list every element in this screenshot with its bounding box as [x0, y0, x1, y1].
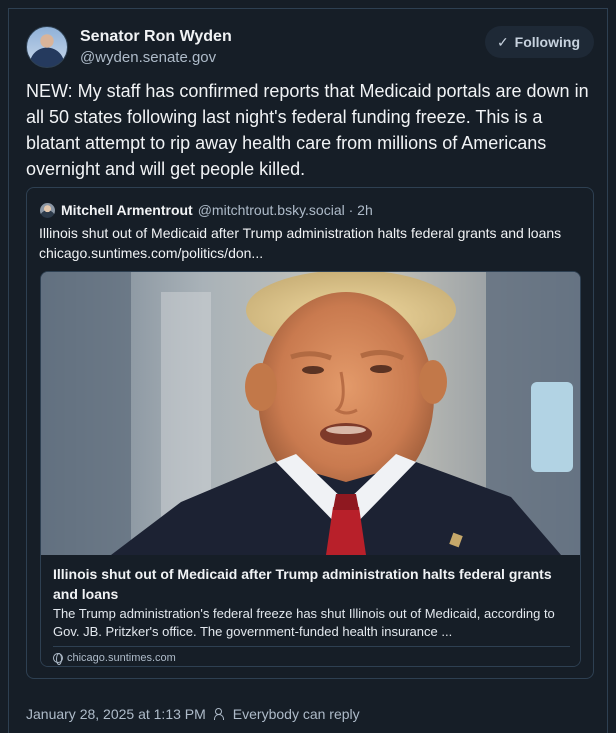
link-card-domain: chicago.suntimes.com [67, 652, 176, 664]
post-timestamp[interactable]: January 28, 2025 at 1:13 PM [26, 706, 206, 722]
divider [53, 646, 570, 647]
following-button[interactable]: ✓ Following [484, 26, 594, 58]
post-meta: January 28, 2025 at 1:13 PM Everybody ca… [26, 706, 360, 722]
following-label: Following [514, 34, 580, 50]
link-card-description: The Trump administration's federal freez… [53, 606, 555, 639]
quoted-avatar[interactable] [40, 202, 55, 218]
reply-setting: Everybody can reply [232, 706, 360, 722]
quoted-text: Illinois shut out of Medicaid after Trum… [39, 225, 562, 261]
quoted-post[interactable]: Mitchell Armentrout @mitchtrout.bsky.soc… [26, 187, 594, 679]
link-card[interactable]: Illinois shut out of Medicaid after Trum… [40, 271, 581, 667]
link-card-image [41, 272, 580, 555]
post-text: NEW: My staff has confirmed reports that… [26, 81, 589, 179]
author-handle[interactable]: @wyden.senate.gov [80, 49, 216, 66]
quoted-handle[interactable]: @mitchtrout.bsky.social [198, 202, 345, 218]
check-icon: ✓ [496, 33, 509, 50]
link-card-source[interactable]: chicago.suntimes.com [53, 652, 176, 665]
avatar[interactable] [26, 26, 68, 68]
post-header: Senator Ron Wyden @wyden.senate.gov ✓ Fo… [26, 24, 596, 72]
globe-icon [53, 653, 63, 665]
quoted-age: 2h [357, 202, 373, 218]
quoted-author-name[interactable]: Mitchell Armentrout [61, 202, 193, 218]
link-card-body: Illinois shut out of Medicaid after Trum… [41, 555, 580, 666]
news-photo [41, 272, 580, 555]
quoted-separator: · [348, 202, 354, 218]
quoted-author-handle: @mitchtrout.bsky.social · 2h [198, 202, 373, 218]
author-name[interactable]: Senator Ron Wyden [80, 28, 232, 46]
link-card-title[interactable]: Illinois shut out of Medicaid after Trum… [53, 564, 573, 604]
quoted-author: Mitchell Armentrout @mitchtrout.bsky.soc… [40, 202, 373, 218]
people-icon [213, 708, 228, 720]
